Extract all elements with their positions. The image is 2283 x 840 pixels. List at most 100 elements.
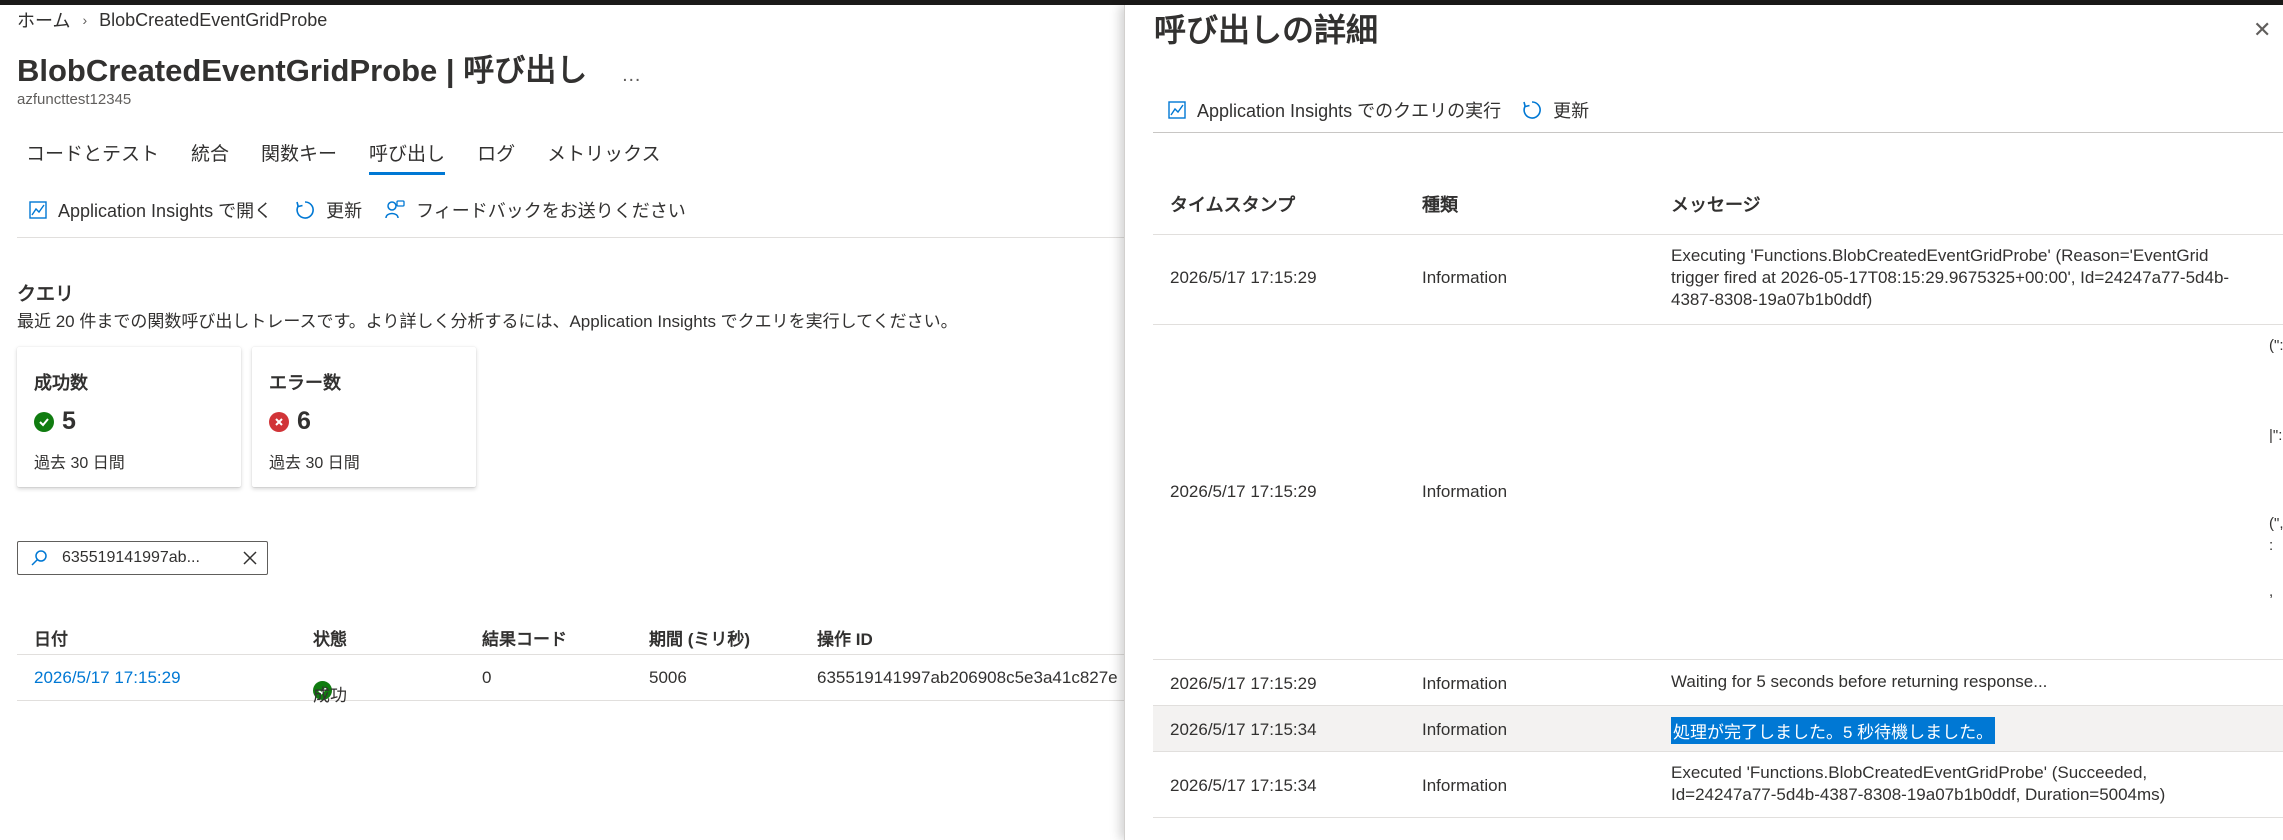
refresh-button[interactable]: 更新 [294,197,362,223]
run-query-label: Application Insights でのクエリの実行 [1197,101,1502,121]
success-count: 5 [62,407,76,435]
log-timestamp: 2026/5/17 17:15:29 [1170,482,1317,501]
table-header: 日付 状態 結果コード 期間 (ミリ秒) 操作 ID [17,611,1124,655]
refresh-label: 更新 [326,201,363,221]
search-value: 635519141997ab... [62,549,200,566]
invocation-date-link[interactable]: 2026/5/17 17:15:29 [34,668,181,688]
log-type: Information [1422,776,1508,795]
invocations-table: 日付 状態 結果コード 期間 (ミリ秒) 操作 ID 2026/5/17 17:… [17,611,1124,705]
search-icon [31,550,47,566]
log-type: Information [1422,720,1508,739]
header-type[interactable]: 種類 [1422,191,1458,217]
error-card-period: 過去 30 日間 [269,455,360,472]
search-input[interactable]: 635519141997ab... [17,541,268,575]
tab-code-test[interactable]: コードとテスト [26,133,159,175]
more-options-button[interactable]: … [621,64,642,87]
feedback-icon [385,200,405,219]
page-subtitle: azfuncttest12345 [17,91,132,108]
tab-integration[interactable]: 統合 [191,133,229,175]
panel-refresh-label: 更新 [1553,101,1590,121]
panel-title: 呼び出しの詳細 [1154,12,1379,48]
log-timestamp: 2026/5/17 17:15:34 [1170,776,1317,795]
log-message-line: Executed 'Functions.BlobCreatedEventGrid… [1671,763,2148,782]
refresh-icon [296,201,314,219]
success-count-card: 成功数 5 過去 30 日間 [17,347,241,487]
chart-icon [29,201,47,219]
log-message-highlighted: 処理が完了しました。5 秒待機しました。 [1671,717,1996,744]
page-title: BlobCreatedEventGridProbe | 呼び出し [17,53,588,88]
table-row[interactable]: 2026/5/17 17:15:29 Information Executing… [1153,235,2283,325]
error-x-icon [269,411,289,432]
table-row-selected[interactable]: 2026/5/17 17:15:34 Information 処理が完了しました… [1153,706,2283,752]
log-timestamp: 2026/5/17 17:15:34 [1170,720,1317,739]
close-panel-button[interactable]: ✕ [2253,17,2271,43]
header-timestamp[interactable]: タイムスタンプ [1170,191,1295,217]
feedback-button[interactable]: フィードバックをお送りください [384,197,686,223]
open-app-insights-label: Application Insights で開く [58,201,273,221]
divider [17,237,1124,238]
run-query-button[interactable]: Application Insights でのクエリの実行 [1167,97,1501,123]
header-duration[interactable]: 期間 (ミリ秒) [649,625,750,650]
query-section-description: 最近 20 件までの関数呼び出しトレースです。より詳しく分析するには、Appli… [17,312,958,331]
success-check-icon [34,411,54,432]
breadcrumb: ホーム › BlobCreatedEventGridProbe [17,7,327,33]
clipped-message-fragment: , [2269,583,2274,600]
close-icon [243,551,257,565]
refresh-icon [1523,101,1541,119]
log-type: Information [1422,268,1508,287]
table-row[interactable]: 2026/5/17 17:15:34 Information Executed … [1153,752,2283,818]
log-message: Waiting for 5 seconds before returning r… [1671,672,2048,691]
header-operation-id[interactable]: 操作 ID [817,625,873,650]
breadcrumb-home[interactable]: ホーム [17,7,70,33]
divider [1153,132,2283,133]
header-message[interactable]: メッセージ [1671,191,1761,217]
command-bar: Application Insights で開く 更新 フィードバックをお送りく… [28,197,708,223]
error-count: 6 [297,407,311,435]
query-section-title: クエリ [17,284,75,305]
panel-refresh-button[interactable]: 更新 [1521,97,1589,123]
clipped-message-fragment: : [2269,537,2274,554]
log-type: Information [1422,482,1508,501]
chart-icon [1168,101,1186,119]
table-row[interactable]: 2026/5/17 17:15:29 成功 0 5006 63551914199… [17,655,1124,705]
table-row[interactable]: 2026/5/17 17:15:29 Information Waiting f… [1153,660,2283,706]
clipped-message-fragment: (": [2269,337,2283,354]
tab-invocations[interactable]: 呼び出し [369,133,446,175]
header-date[interactable]: 日付 [34,625,68,650]
trace-log-table: タイムスタンプ 種類 メッセージ 2026/5/17 17:15:29 Info… [1153,173,2283,818]
success-card-title: 成功数 [34,373,88,393]
clipped-message-fragment: (", [2269,515,2283,532]
tab-bar: コードとテスト 統合 関数キー 呼び出し ログ メトリックス [26,133,693,175]
invocation-result-code: 0 [482,668,492,687]
tab-function-keys[interactable]: 関数キー [261,133,337,175]
open-app-insights-button[interactable]: Application Insights で開く [28,197,272,223]
table-header: タイムスタンプ 種類 メッセージ [1153,173,2283,235]
tab-metrics[interactable]: メトリックス [547,133,660,175]
panel-command-bar: Application Insights でのクエリの実行 更新 [1167,97,1609,123]
log-type: Information [1422,674,1508,693]
log-message: Executing 'Functions.BlobCreatedEventGri… [1671,245,2269,311]
table-row[interactable]: 2026/5/17 17:15:29 Information (": |": (… [1153,325,2283,660]
clear-search-button[interactable] [233,550,267,566]
error-card-title: エラー数 [269,373,341,393]
log-message-line: Executing 'Functions.BlobCreatedEventGri… [1671,246,2209,265]
log-message-line: Id=24247a77-5d4b-4387-8308-19a07b1b0ddf,… [1671,785,2166,804]
header-result-code[interactable]: 結果コード [482,625,567,650]
success-card-value-row: 5 [34,407,76,436]
log-message: Executed 'Functions.BlobCreatedEventGrid… [1671,762,2269,806]
invocation-operation-id: 635519141997ab206908c5e3a41c827e [817,668,1118,687]
log-timestamp: 2026/5/17 17:15:29 [1170,674,1317,693]
title-row: BlobCreatedEventGridProbe | 呼び出し … [17,45,642,90]
breadcrumb-current[interactable]: BlobCreatedEventGridProbe [99,10,327,31]
invocations-blade: ホーム › BlobCreatedEventGridProbe BlobCrea… [0,5,1124,840]
clipped-message-fragment: |": [2269,427,2283,444]
invocation-duration: 5006 [649,668,687,687]
error-card-value-row: 6 [269,407,311,436]
log-message-line: 4387-8308-19a07b1b0ddf) [1671,290,1873,309]
invocation-details-panel: 呼び出しの詳細 ✕ Application Insights でのクエリの実行 … [1124,5,2283,840]
log-message-line: trigger fired at 2026-05-17T08:15:29.967… [1671,268,2230,287]
error-count-card: エラー数 6 過去 30 日間 [252,347,476,487]
header-status[interactable]: 状態 [313,625,347,650]
tab-logs[interactable]: ログ [477,133,515,175]
log-timestamp: 2026/5/17 17:15:29 [1170,268,1317,287]
